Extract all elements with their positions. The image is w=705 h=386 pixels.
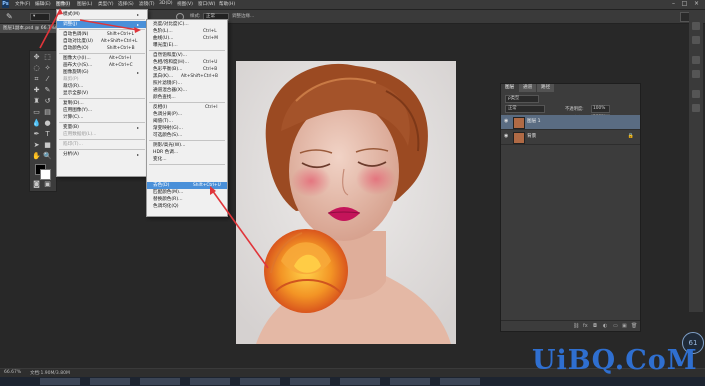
- link-layers-icon[interactable]: ⛓: [573, 323, 579, 329]
- tab-layers[interactable]: 图层: [501, 84, 519, 92]
- lock-icon: 🔒: [627, 133, 634, 139]
- taskbar-item[interactable]: [290, 378, 330, 385]
- taskbar-item[interactable]: [190, 378, 230, 385]
- tab-channels[interactable]: 通道: [519, 84, 537, 92]
- watermark-logo: UiBQ.CoM: [532, 345, 698, 376]
- layer-thumbnail: [513, 117, 525, 129]
- layers-panel: 图层 通道 路径 ρ类型 正常 不透明度: 100% 锁定: 填充: 100% …: [500, 83, 641, 332]
- arrow-to-image-menu: [39, 9, 61, 49]
- taskbar-item[interactable]: [140, 378, 180, 385]
- adjustment-layer-icon[interactable]: ◐: [603, 323, 607, 329]
- group-icon[interactable]: ▭: [613, 323, 618, 329]
- trash-icon[interactable]: 🗑: [631, 323, 637, 329]
- blend-mode-select[interactable]: 正常: [505, 105, 545, 113]
- document-info[interactable]: 文档:1.90M/3.80M: [30, 370, 70, 376]
- fx-icon[interactable]: fx: [583, 323, 588, 329]
- taskbar-item[interactable]: [90, 378, 130, 385]
- layer-name: 图层 1: [527, 119, 541, 124]
- arrow-head-adjustments: [134, 27, 141, 33]
- taskbar-item[interactable]: [240, 378, 280, 385]
- eye-icon[interactable]: ◉: [504, 134, 509, 139]
- opacity-label: 不透明度:: [565, 107, 584, 112]
- taskbar-item[interactable]: [40, 378, 80, 385]
- layer-filter-select[interactable]: ρ类型: [505, 95, 539, 103]
- mask-icon[interactable]: ◘: [593, 323, 597, 329]
- layers-panel-footer: ⛓ fx ◘ ◐ ▭ ▣ 🗑: [501, 320, 640, 331]
- eye-icon[interactable]: ◉: [504, 119, 509, 124]
- taskbar-item[interactable]: [340, 378, 380, 385]
- layer-thumbnail: [513, 132, 525, 144]
- layer-row-background[interactable]: ◉ 背景 🔒: [501, 130, 640, 145]
- zoom-level[interactable]: 66.67%: [4, 370, 21, 375]
- tab-paths[interactable]: 路径: [537, 84, 555, 92]
- new-layer-icon[interactable]: ▣: [622, 323, 627, 329]
- arrow-to-adjustments: [79, 19, 139, 31]
- arrow-head-image-menu: [57, 8, 63, 15]
- layer-row-layer1[interactable]: ◉ 图层 1: [501, 115, 640, 130]
- opacity-input[interactable]: 100%: [591, 105, 610, 113]
- layer-name: 背景: [527, 134, 537, 139]
- taskbar-item[interactable]: [390, 378, 430, 385]
- taskbar-item[interactable]: [440, 378, 480, 385]
- arrow-to-desaturate: [211, 189, 269, 269]
